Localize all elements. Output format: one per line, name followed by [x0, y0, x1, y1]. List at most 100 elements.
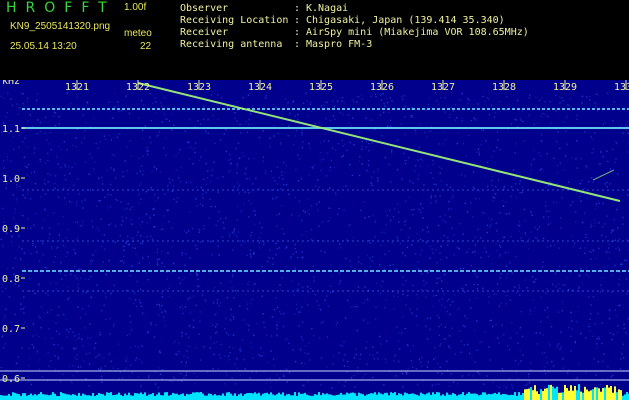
noise-speck	[30, 172, 33, 174]
info-key: Receiving antenna	[180, 39, 283, 50]
noise-speck	[313, 334, 315, 337]
noise-speck	[582, 221, 584, 223]
noise-speck	[312, 167, 314, 169]
noise-speck	[181, 252, 183, 254]
noise-speck	[438, 317, 440, 319]
noise-speck	[404, 327, 406, 330]
noise-speck	[372, 214, 374, 217]
noise-speck	[468, 99, 471, 101]
noise-speck	[76, 96, 78, 98]
noise-speck	[104, 292, 107, 294]
noise-speck	[247, 216, 250, 218]
noise-speck	[472, 251, 474, 253]
noise-speck	[150, 120, 153, 122]
noise-speck	[150, 322, 152, 324]
noise-speck	[586, 96, 588, 98]
noise-speck	[185, 371, 188, 374]
level-bar	[360, 393, 362, 400]
noise-speck	[407, 345, 409, 347]
noise-speck	[182, 308, 184, 310]
noise-speck	[218, 354, 221, 356]
noise-speck	[202, 205, 204, 207]
noise-speck	[46, 139, 48, 141]
noise-speck	[520, 119, 522, 122]
noise-speck	[124, 160, 126, 162]
noise-speck	[211, 169, 214, 171]
noise-speck	[557, 283, 560, 285]
noise-speck	[12, 267, 14, 269]
noise-speck	[101, 183, 104, 185]
noise-speck	[589, 250, 591, 253]
level-bar	[122, 396, 124, 400]
noise-speck	[531, 276, 534, 278]
info-row-receiver: Receiver: AirSpy mini (Miakejima VOR 108.…	[180, 27, 529, 39]
noise-speck	[279, 284, 281, 286]
noise-speck	[364, 286, 366, 289]
noise-speck	[598, 163, 600, 165]
noise-speck	[142, 173, 144, 176]
noise-speck	[330, 285, 332, 287]
level-bar	[170, 394, 172, 400]
level-bar	[130, 395, 132, 400]
noise-speck	[24, 306, 26, 308]
noise-speck	[49, 131, 51, 134]
noise-speck	[155, 101, 157, 103]
noise-speck	[79, 225, 82, 227]
noise-speck	[570, 335, 572, 337]
noise-speck	[388, 163, 390, 166]
level-bar	[532, 390, 534, 400]
noise-speck	[402, 284, 404, 286]
noise-speck	[78, 192, 80, 195]
noise-speck	[425, 296, 427, 298]
noise-speck	[203, 178, 205, 181]
noise-speck	[439, 366, 441, 368]
noise-speck	[434, 383, 437, 385]
noise-speck	[114, 106, 116, 108]
noise-speck	[487, 98, 490, 100]
noise-speck	[49, 233, 51, 235]
noise-speck	[161, 292, 163, 294]
noise-speck	[276, 335, 278, 337]
noise-speck	[113, 168, 115, 170]
noise-speck	[498, 256, 501, 258]
noise-speck	[87, 337, 89, 339]
noise-speck	[585, 236, 588, 239]
noise-speck	[456, 142, 458, 145]
noise-speck	[461, 287, 463, 289]
level-bar	[136, 393, 138, 400]
noise-speck	[396, 169, 399, 171]
noise-speck	[262, 130, 264, 132]
level-bar	[500, 394, 502, 400]
noise-speck	[47, 237, 50, 239]
noise-speck	[68, 187, 71, 189]
level-bar	[440, 395, 442, 400]
noise-speck	[180, 166, 182, 169]
noise-speck	[608, 309, 611, 311]
noise-speck	[303, 384, 305, 387]
noise-speck	[509, 348, 511, 351]
noise-speck	[601, 234, 603, 237]
noise-speck	[552, 365, 555, 367]
noise-speck	[186, 350, 188, 352]
noise-speck	[242, 97, 244, 99]
noise-speck	[449, 113, 451, 116]
noise-speck	[448, 335, 451, 337]
noise-speck	[369, 239, 371, 242]
noise-speck	[113, 169, 115, 172]
level-bar	[414, 394, 416, 400]
noise-speck	[465, 155, 468, 157]
noise-speck	[214, 286, 216, 289]
noise-speck	[161, 105, 163, 107]
noise-speck	[588, 296, 590, 298]
noise-speck	[566, 116, 568, 118]
noise-speck	[607, 160, 609, 163]
noise-speck	[59, 380, 62, 382]
noise-speck	[404, 224, 406, 226]
noise-speck	[225, 150, 227, 153]
noise-speck	[398, 211, 400, 213]
noise-speck	[412, 284, 414, 287]
noise-speck	[234, 117, 236, 119]
level-bar	[210, 393, 212, 400]
noise-speck	[236, 235, 238, 237]
level-bar	[396, 395, 398, 400]
